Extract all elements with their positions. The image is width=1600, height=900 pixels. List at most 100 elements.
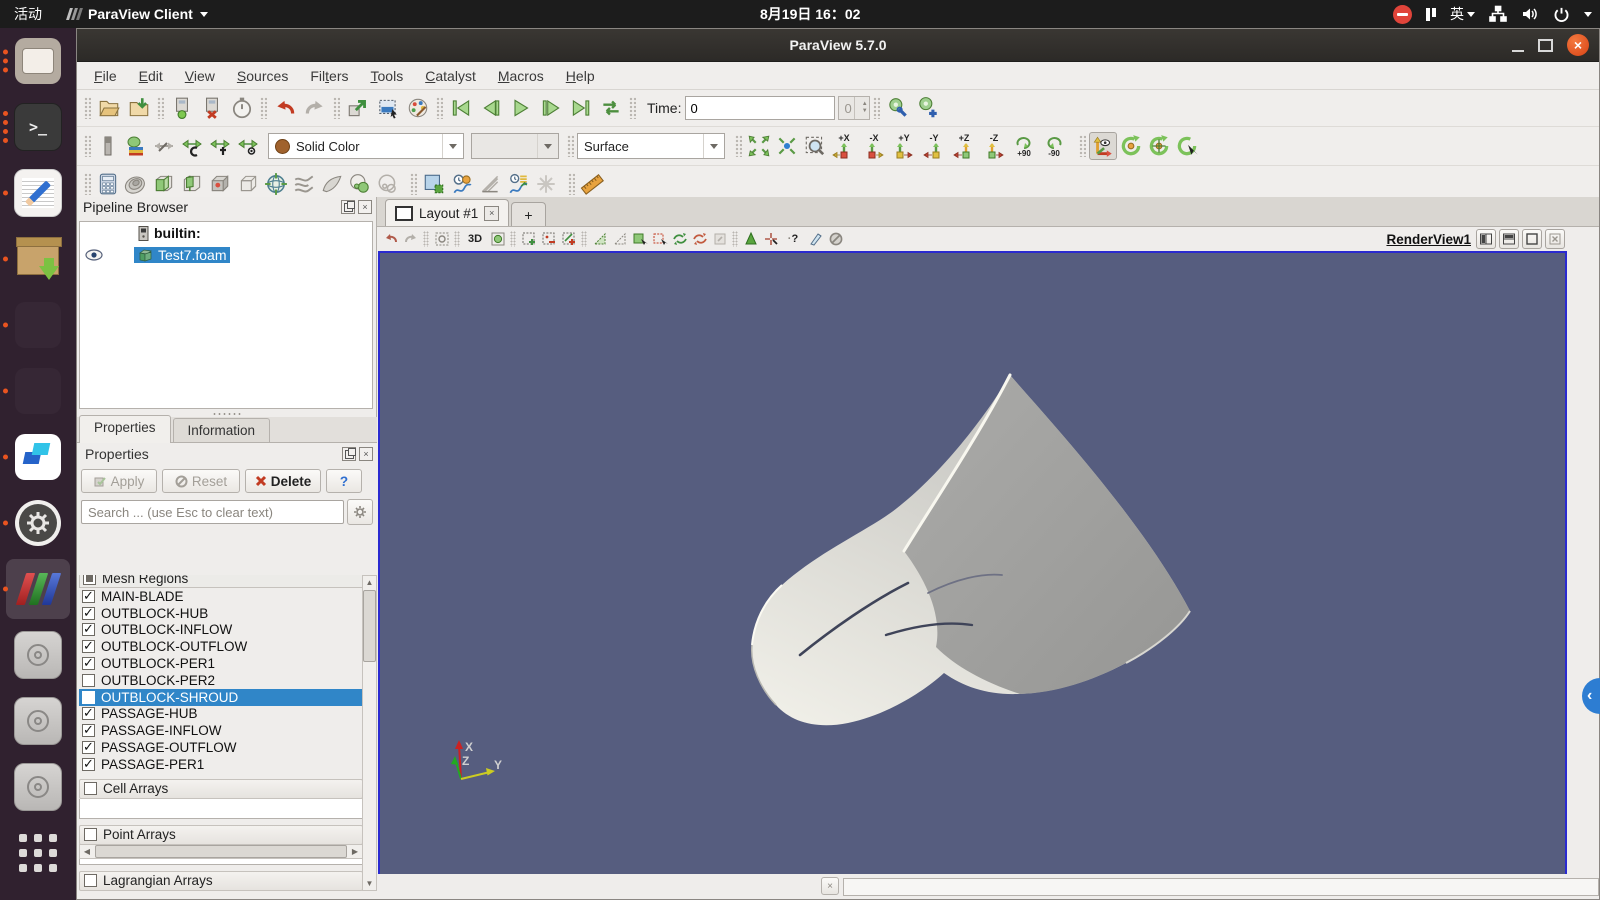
reset-button[interactable]: Reset xyxy=(162,469,240,493)
mesh-region-passage-hub[interactable]: PASSAGE-HUB xyxy=(79,706,363,723)
pipeline-item-builtin[interactable]: builtin: xyxy=(80,222,372,244)
zoom-query-icon[interactable] xyxy=(806,230,825,249)
disable-selection-icon[interactable] xyxy=(826,230,845,249)
abort-progress-button[interactable]: × xyxy=(821,877,839,895)
region-checkbox[interactable] xyxy=(82,657,95,670)
undo-icon[interactable] xyxy=(270,93,300,123)
zoom-to-data-icon[interactable] xyxy=(773,132,801,160)
stream-tracer-icon[interactable] xyxy=(290,170,318,198)
dock-disc-1[interactable] xyxy=(0,622,76,688)
pick-center-icon[interactable] xyxy=(1173,132,1201,160)
toggle-interaction-mode-button[interactable]: 3D xyxy=(463,230,487,249)
hover-cells-icon[interactable] xyxy=(670,230,689,249)
threshold-icon[interactable] xyxy=(206,170,234,198)
save-data-icon[interactable] xyxy=(124,93,154,123)
menu-help[interactable]: Help xyxy=(555,68,606,84)
edit-color-map-icon[interactable] xyxy=(122,132,150,160)
probe-location-icon[interactable] xyxy=(532,170,560,198)
reset-session-icon[interactable] xyxy=(227,93,257,123)
set-view-plus-z-icon[interactable]: +Z xyxy=(949,131,979,161)
capture-screenshot-icon[interactable] xyxy=(373,93,403,123)
split-horizontal-button[interactable] xyxy=(1476,229,1496,249)
plot-over-time-icon[interactable] xyxy=(448,170,476,198)
set-view-minus-x-icon[interactable]: -X xyxy=(859,131,889,161)
contour-icon[interactable] xyxy=(122,170,150,198)
calculator-icon[interactable] xyxy=(94,170,122,198)
camera-wrench-icon[interactable] xyxy=(883,93,913,123)
select-cells-on-icon[interactable] xyxy=(519,230,538,249)
region-checkbox[interactable] xyxy=(82,607,95,620)
delete-button[interactable]: Delete xyxy=(245,469,321,493)
grow-selection-icon[interactable] xyxy=(710,230,729,249)
hover-points-icon[interactable] xyxy=(690,230,709,249)
horizontal-scrollbar[interactable]: ◀ ▶ xyxy=(79,844,363,859)
input-language-menu[interactable]: 英 xyxy=(1450,4,1475,24)
time-input[interactable] xyxy=(685,96,835,120)
next-frame-icon[interactable] xyxy=(536,93,566,123)
notifications-muted-icon[interactable] xyxy=(1393,5,1412,24)
tab-information[interactable]: Information xyxy=(173,418,271,442)
dock-app-grid[interactable] xyxy=(0,820,76,886)
region-checkbox[interactable] xyxy=(82,741,95,754)
toggle-color-legend-icon[interactable] xyxy=(94,132,122,160)
glyph-icon[interactable] xyxy=(262,170,290,198)
scrollbar-thumb[interactable] xyxy=(363,590,376,662)
camera-undo-icon[interactable] xyxy=(381,230,400,249)
mesh-region-outblock-outflow[interactable]: OUTBLOCK-OUTFLOW xyxy=(79,638,363,655)
set-view-minus-y-icon[interactable]: -Y xyxy=(919,131,949,161)
menu-macros[interactable]: Macros xyxy=(487,68,555,84)
mesh-regions-checkbox[interactable] xyxy=(83,575,96,585)
renderview-label[interactable]: RenderView1 xyxy=(1386,227,1471,251)
region-checkbox[interactable] xyxy=(82,674,95,687)
mesh-region-outblock-shroud[interactable]: OUTBLOCK-SHROUD xyxy=(79,689,363,706)
cell-arrays-checkbox[interactable] xyxy=(84,782,97,795)
lagrangian-arrays-checkbox[interactable] xyxy=(84,874,97,887)
ruler-icon[interactable] xyxy=(578,170,606,198)
dock-disc-3[interactable] xyxy=(0,754,76,820)
open-file-icon[interactable] xyxy=(94,93,124,123)
plot-data-icon[interactable] xyxy=(504,170,532,198)
vertical-scrollbar[interactable]: ▲ ▼ xyxy=(362,575,377,891)
maximize-button[interactable] xyxy=(1538,39,1553,52)
mesh-region-main-blade[interactable]: MAIN-BLADE xyxy=(79,588,363,605)
mesh-region-outblock-inflow[interactable]: OUTBLOCK-INFLOW xyxy=(79,622,363,639)
tab-new-layout[interactable]: + xyxy=(511,202,545,226)
visibility-eye-icon[interactable] xyxy=(85,249,103,261)
search-input[interactable] xyxy=(81,500,344,524)
menu-edit[interactable]: Edit xyxy=(128,68,174,84)
frame-spinbox[interactable]: 0▲▼ xyxy=(838,96,870,120)
color-palette-icon[interactable] xyxy=(403,93,433,123)
zoom-to-box-icon[interactable] xyxy=(801,132,829,160)
menu-filters[interactable]: Filters xyxy=(299,68,359,84)
capture-view-icon[interactable] xyxy=(432,230,451,249)
interactive-select-cells-icon[interactable] xyxy=(630,230,649,249)
point-arrays-checkbox[interactable] xyxy=(84,828,97,841)
camera-redo-icon[interactable] xyxy=(401,230,420,249)
set-view-minus-z-icon[interactable]: -Z xyxy=(979,131,1009,161)
select-block-icon[interactable] xyxy=(610,230,629,249)
rotate-camera-icon[interactable] xyxy=(1117,132,1145,160)
dock-disc-2[interactable] xyxy=(0,688,76,754)
dock-terminal[interactable]: >_ xyxy=(0,94,76,160)
keyboard-indicator-icon[interactable] xyxy=(1426,8,1436,21)
connect-server-icon[interactable] xyxy=(167,93,197,123)
close-view-button[interactable] xyxy=(1545,229,1565,249)
mesh-region-passage-outflow[interactable]: PASSAGE-OUTFLOW xyxy=(79,739,363,756)
activities-button[interactable]: 活动 xyxy=(14,4,42,24)
lagrangian-arrays-header[interactable]: Lagrangian Arrays xyxy=(79,871,363,891)
menu-view[interactable]: View xyxy=(174,68,226,84)
group-datasets-icon[interactable] xyxy=(346,170,374,198)
redo-icon[interactable] xyxy=(300,93,330,123)
region-checkbox[interactable] xyxy=(82,623,95,636)
render-viewport[interactable]: X Z Y xyxy=(378,251,1567,876)
selection-view-icon[interactable] xyxy=(420,170,448,198)
mesh-regions-header[interactable]: Mesh Regions xyxy=(79,575,363,588)
rotate-90-counterclockwise-icon[interactable]: -90 xyxy=(1039,131,1069,161)
region-checkbox[interactable] xyxy=(82,691,95,704)
rescale-to-temporal-range-icon[interactable] xyxy=(206,132,234,160)
adjust-camera-icon[interactable] xyxy=(488,230,507,249)
properties-float-button[interactable] xyxy=(342,447,356,461)
reset-center-icon[interactable] xyxy=(761,230,780,249)
dock-archive[interactable] xyxy=(0,226,76,292)
titlebar[interactable]: ParaView 5.7.0 × xyxy=(77,29,1599,62)
